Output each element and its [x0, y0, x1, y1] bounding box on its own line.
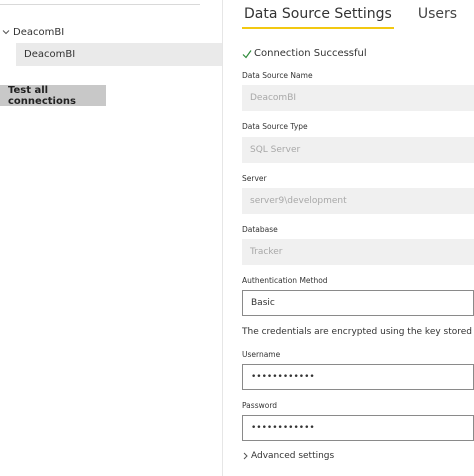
tree-node-label: DeacomBI — [13, 26, 65, 38]
advanced-settings-toggle[interactable]: Advanced settings — [242, 451, 334, 461]
tab-data-source-settings[interactable]: Data Source Settings — [242, 4, 394, 29]
tree-node-gateway[interactable]: DeacomBI — [2, 24, 64, 40]
database-label: Database — [242, 225, 278, 234]
chevron-right-icon — [243, 452, 248, 460]
tree-item-label: DeacomBI — [24, 49, 76, 60]
username-label: Username — [242, 350, 281, 359]
status-text: Connection Successful — [254, 48, 367, 59]
pane-divider — [222, 0, 223, 476]
server-label: Server — [242, 174, 267, 183]
checkmark-icon — [242, 49, 252, 58]
settings-pane: Data Source Settings Users Connection Su… — [242, 0, 474, 476]
connection-status: Connection Successful — [242, 48, 367, 59]
data-source-name-label: Data Source Name — [242, 71, 313, 80]
advanced-settings-label: Advanced settings — [251, 451, 335, 461]
connections-pane: DeacomBI DeacomBI Test all connections — [0, 0, 222, 476]
password-input[interactable]: •••••••••••• — [242, 415, 474, 441]
credentials-note: The credentials are encrypted using the … — [242, 327, 474, 337]
chevron-down-icon[interactable] — [2, 28, 10, 36]
tab-users[interactable]: Users — [416, 4, 459, 27]
tab-bar: Data Source Settings Users — [242, 4, 459, 30]
data-source-type-field: SQL Server — [242, 137, 474, 163]
data-source-type-label: Data Source Type — [242, 122, 308, 131]
top-divider — [0, 4, 200, 5]
test-all-connections-button[interactable]: Test all connections — [0, 85, 106, 107]
username-input[interactable]: •••••••••••• — [242, 364, 474, 390]
auth-method-select[interactable]: Basic — [242, 290, 474, 316]
server-field: server9\development — [242, 188, 474, 214]
password-label: Password — [242, 401, 278, 410]
tree-item-data-source[interactable]: DeacomBI — [16, 43, 222, 66]
auth-method-label: Authentication Method — [242, 276, 328, 285]
database-field: Tracker — [242, 239, 474, 265]
data-source-name-field: DeacomBI — [242, 85, 474, 111]
